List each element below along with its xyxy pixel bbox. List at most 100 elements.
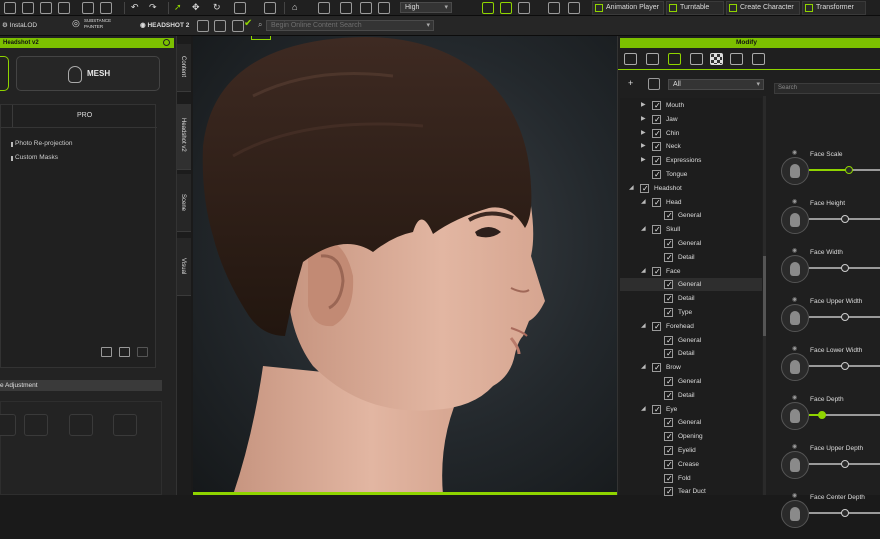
tree-checkbox[interactable]: [640, 182, 649, 195]
pose-icon[interactable]: [646, 53, 659, 65]
mesh-mode-button[interactable]: MESH: [16, 56, 160, 91]
tree-checkbox[interactable]: [664, 237, 673, 250]
tree-row[interactable]: Detail: [620, 251, 762, 264]
motion-icon[interactable]: [690, 53, 703, 65]
visibility-eye-icon[interactable]: ◉: [792, 149, 797, 156]
tree-checkbox[interactable]: [664, 485, 673, 498]
select-icon[interactable]: ➚: [174, 2, 182, 12]
transformer-button[interactable]: Transformer: [802, 1, 866, 15]
visibility-eye-icon[interactable]: ◉: [792, 443, 797, 450]
tree-row[interactable]: General: [620, 237, 762, 250]
tree-row[interactable]: Eyelid: [620, 444, 762, 457]
plugin2-icon[interactable]: [232, 20, 244, 32]
tree-checkbox[interactable]: [664, 389, 673, 402]
tree-row[interactable]: Opening: [620, 430, 762, 443]
scale-icon[interactable]: [234, 2, 246, 14]
camera-pan-icon[interactable]: [340, 2, 352, 14]
tree-checkbox[interactable]: [652, 113, 661, 126]
grid-icon[interactable]: [548, 2, 560, 14]
slider-knob[interactable]: [841, 313, 849, 321]
visibility-eye-icon[interactable]: ◉: [792, 247, 797, 254]
add-icon[interactable]: +: [628, 78, 633, 88]
tree-checkbox[interactable]: [652, 127, 661, 140]
tree-checkbox[interactable]: [664, 292, 673, 305]
expand-arrow-icon[interactable]: ◢: [641, 223, 646, 236]
tree-checkbox[interactable]: [652, 403, 661, 416]
tab-content[interactable]: Content: [177, 44, 191, 92]
adjust-button-2[interactable]: [24, 414, 48, 436]
rotate-icon[interactable]: ↻: [213, 2, 221, 12]
delete-icon[interactable]: [137, 347, 148, 357]
redo-icon[interactable]: ↷: [149, 2, 157, 12]
tree-checkbox[interactable]: [652, 168, 661, 181]
tree-row[interactable]: ▶ Mouth: [620, 99, 762, 112]
flag-icon[interactable]: [568, 2, 580, 14]
tab-visual[interactable]: Visual: [177, 238, 191, 296]
open-icon[interactable]: [22, 2, 34, 14]
tree-row[interactable]: ▶ Neck: [620, 140, 762, 153]
substance-painter-button[interactable]: SUBSTANCE PAINTER: [84, 18, 114, 30]
tree-checkbox[interactable]: [652, 361, 661, 374]
snap-icon[interactable]: [264, 2, 276, 14]
headshot-button[interactable]: ◉ HEADSHOT 2: [140, 21, 189, 31]
adjustment-header[interactable]: e Adjustment: [0, 380, 162, 391]
tree-row[interactable]: Fold: [620, 472, 762, 485]
tree-checkbox[interactable]: [664, 430, 673, 443]
zoom-icon[interactable]: [360, 2, 372, 14]
slider-knob[interactable]: [841, 264, 849, 272]
home-icon[interactable]: ⌂: [292, 2, 297, 12]
slider-knob[interactable]: [841, 362, 849, 370]
tab-scene[interactable]: Scene: [177, 174, 191, 232]
expand-arrow-icon[interactable]: ◢: [641, 320, 646, 333]
tree-checkbox[interactable]: [664, 334, 673, 347]
tree-row[interactable]: Detail: [620, 389, 762, 402]
tree-row[interactable]: Detail: [620, 292, 762, 305]
slider-knob[interactable]: [841, 215, 849, 223]
expand-arrow-icon[interactable]: ◢: [629, 182, 634, 195]
insta-lod-button[interactable]: ⚙ InstaLOD: [2, 21, 37, 31]
mode-tab-photo[interactable]: [0, 56, 9, 91]
save-icon[interactable]: [119, 347, 130, 357]
tree-row[interactable]: ◢ Eye: [620, 403, 762, 416]
expand-arrow-icon[interactable]: ▶: [641, 154, 646, 167]
expand-arrow-icon[interactable]: ◢: [641, 196, 646, 209]
adjust-button-1[interactable]: [0, 414, 16, 436]
tree-row[interactable]: ▶ Chin: [620, 127, 762, 140]
tree-row[interactable]: ◢ Head: [620, 196, 762, 209]
camera-move-icon[interactable]: [318, 2, 330, 14]
adjust-button-3[interactable]: [69, 414, 93, 436]
tree-scrollbar[interactable]: [763, 96, 766, 495]
settings-icon[interactable]: [752, 53, 765, 65]
morph-icon[interactable]: [668, 53, 681, 65]
tree-checkbox[interactable]: [652, 196, 661, 209]
turntable-button[interactable]: Turntable: [666, 1, 724, 15]
render-icon[interactable]: [100, 2, 112, 14]
3d-viewport[interactable]: [193, 36, 617, 495]
slider-knob[interactable]: [841, 460, 849, 468]
light-icon[interactable]: [518, 2, 530, 14]
tree-row[interactable]: General: [620, 278, 762, 292]
slider-knob[interactable]: [817, 411, 826, 419]
tree-checkbox[interactable]: [652, 223, 661, 236]
filter-dropdown[interactable]: All: [668, 79, 764, 90]
tree-checkbox[interactable]: [664, 209, 673, 222]
pro-tab[interactable]: PRO: [77, 112, 92, 119]
display-mode-icon[interactable]: [482, 2, 494, 14]
tree-row[interactable]: ◢ Headshot: [620, 182, 762, 195]
expand-arrow-icon[interactable]: ◢: [641, 403, 646, 416]
visibility-eye-icon[interactable]: ◉: [792, 198, 797, 205]
viewport-handle[interactable]: [251, 36, 271, 40]
slider-knob[interactable]: [841, 509, 849, 517]
basic-tab[interactable]: [1, 105, 13, 127]
folder-icon[interactable]: [101, 347, 112, 357]
content-search-input[interactable]: Begin Online Content Search: [266, 20, 434, 31]
slider-knob[interactable]: [844, 166, 853, 174]
photo-reprojection-item[interactable]: Photo Re-projection: [10, 140, 72, 147]
tree-checkbox[interactable]: [664, 251, 673, 264]
phone-icon[interactable]: [197, 20, 209, 32]
expand-arrow-icon[interactable]: ◢: [641, 265, 646, 278]
undo-icon[interactable]: ↶: [131, 2, 139, 12]
move-icon[interactable]: ✥: [192, 2, 200, 12]
expand-arrow-icon[interactable]: ▶: [641, 140, 646, 153]
tree-checkbox[interactable]: [664, 306, 673, 319]
